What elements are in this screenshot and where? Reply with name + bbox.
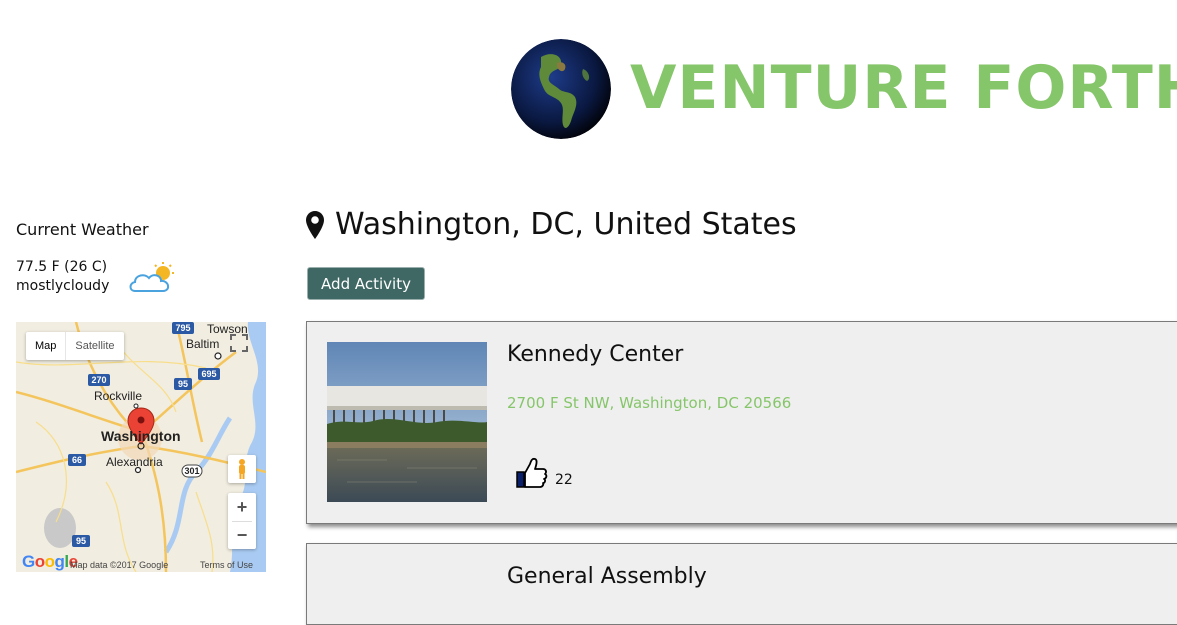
location-map[interactable]: Towson Baltim Rockville Washington Alexa… <box>16 322 266 572</box>
map-attribution: Map data ©2017 Google <box>70 560 169 570</box>
weather-temperature: 77.5 F (26 C) <box>16 259 108 275</box>
street-view-pegman-icon[interactable] <box>228 455 256 483</box>
activity-address[interactable]: 2700 F St NW, Washington, DC 20566 <box>507 394 791 412</box>
fullscreen-icon[interactable] <box>230 334 248 352</box>
activity-card[interactable]: General Assembly <box>306 543 1177 625</box>
activity-photo[interactable] <box>327 342 487 502</box>
activity-title[interactable]: General Assembly <box>507 564 707 589</box>
location-heading: Washington, DC, United States <box>305 207 797 242</box>
map-type-satellite-button[interactable]: Satellite <box>65 332 123 360</box>
activity-card[interactable]: Kennedy Center 2700 F St NW, Washington,… <box>306 321 1177 524</box>
zoom-out-button[interactable]: − <box>228 521 256 549</box>
map-pin-icon <box>306 210 324 239</box>
activity-title[interactable]: Kennedy Center <box>507 342 683 367</box>
svg-text:301: 301 <box>184 466 199 476</box>
thumbs-up-icon[interactable] <box>515 456 549 490</box>
zoom-control: + − <box>228 493 256 549</box>
add-activity-button[interactable]: Add Activity <box>307 267 425 300</box>
svg-text:95: 95 <box>76 536 86 546</box>
map-type-map-button[interactable]: Map <box>26 332 65 360</box>
partly-cloudy-icon <box>127 261 179 295</box>
map-terms-link[interactable]: Terms of Use <box>200 560 253 570</box>
likes-count: 22 <box>555 472 573 488</box>
svg-text:95: 95 <box>178 379 188 389</box>
weather-condition: mostlycloudy <box>16 278 110 294</box>
svg-text:695: 695 <box>201 369 216 379</box>
svg-text:795: 795 <box>175 323 190 333</box>
brand-title: VENTURE FORTH <box>630 53 1177 123</box>
map-footer: Google Map data ©2017 Google Terms of Us… <box>16 552 266 572</box>
globe-logo[interactable] <box>511 39 611 139</box>
location-title: Washington, DC, United States <box>335 207 797 242</box>
activity-likes: 22 <box>515 456 573 490</box>
zoom-in-button[interactable]: + <box>228 493 256 521</box>
svg-text:270: 270 <box>91 375 106 385</box>
map-type-toggle: Map Satellite <box>26 332 124 360</box>
weather-heading: Current Weather <box>16 220 149 239</box>
svg-text:66: 66 <box>72 455 82 465</box>
